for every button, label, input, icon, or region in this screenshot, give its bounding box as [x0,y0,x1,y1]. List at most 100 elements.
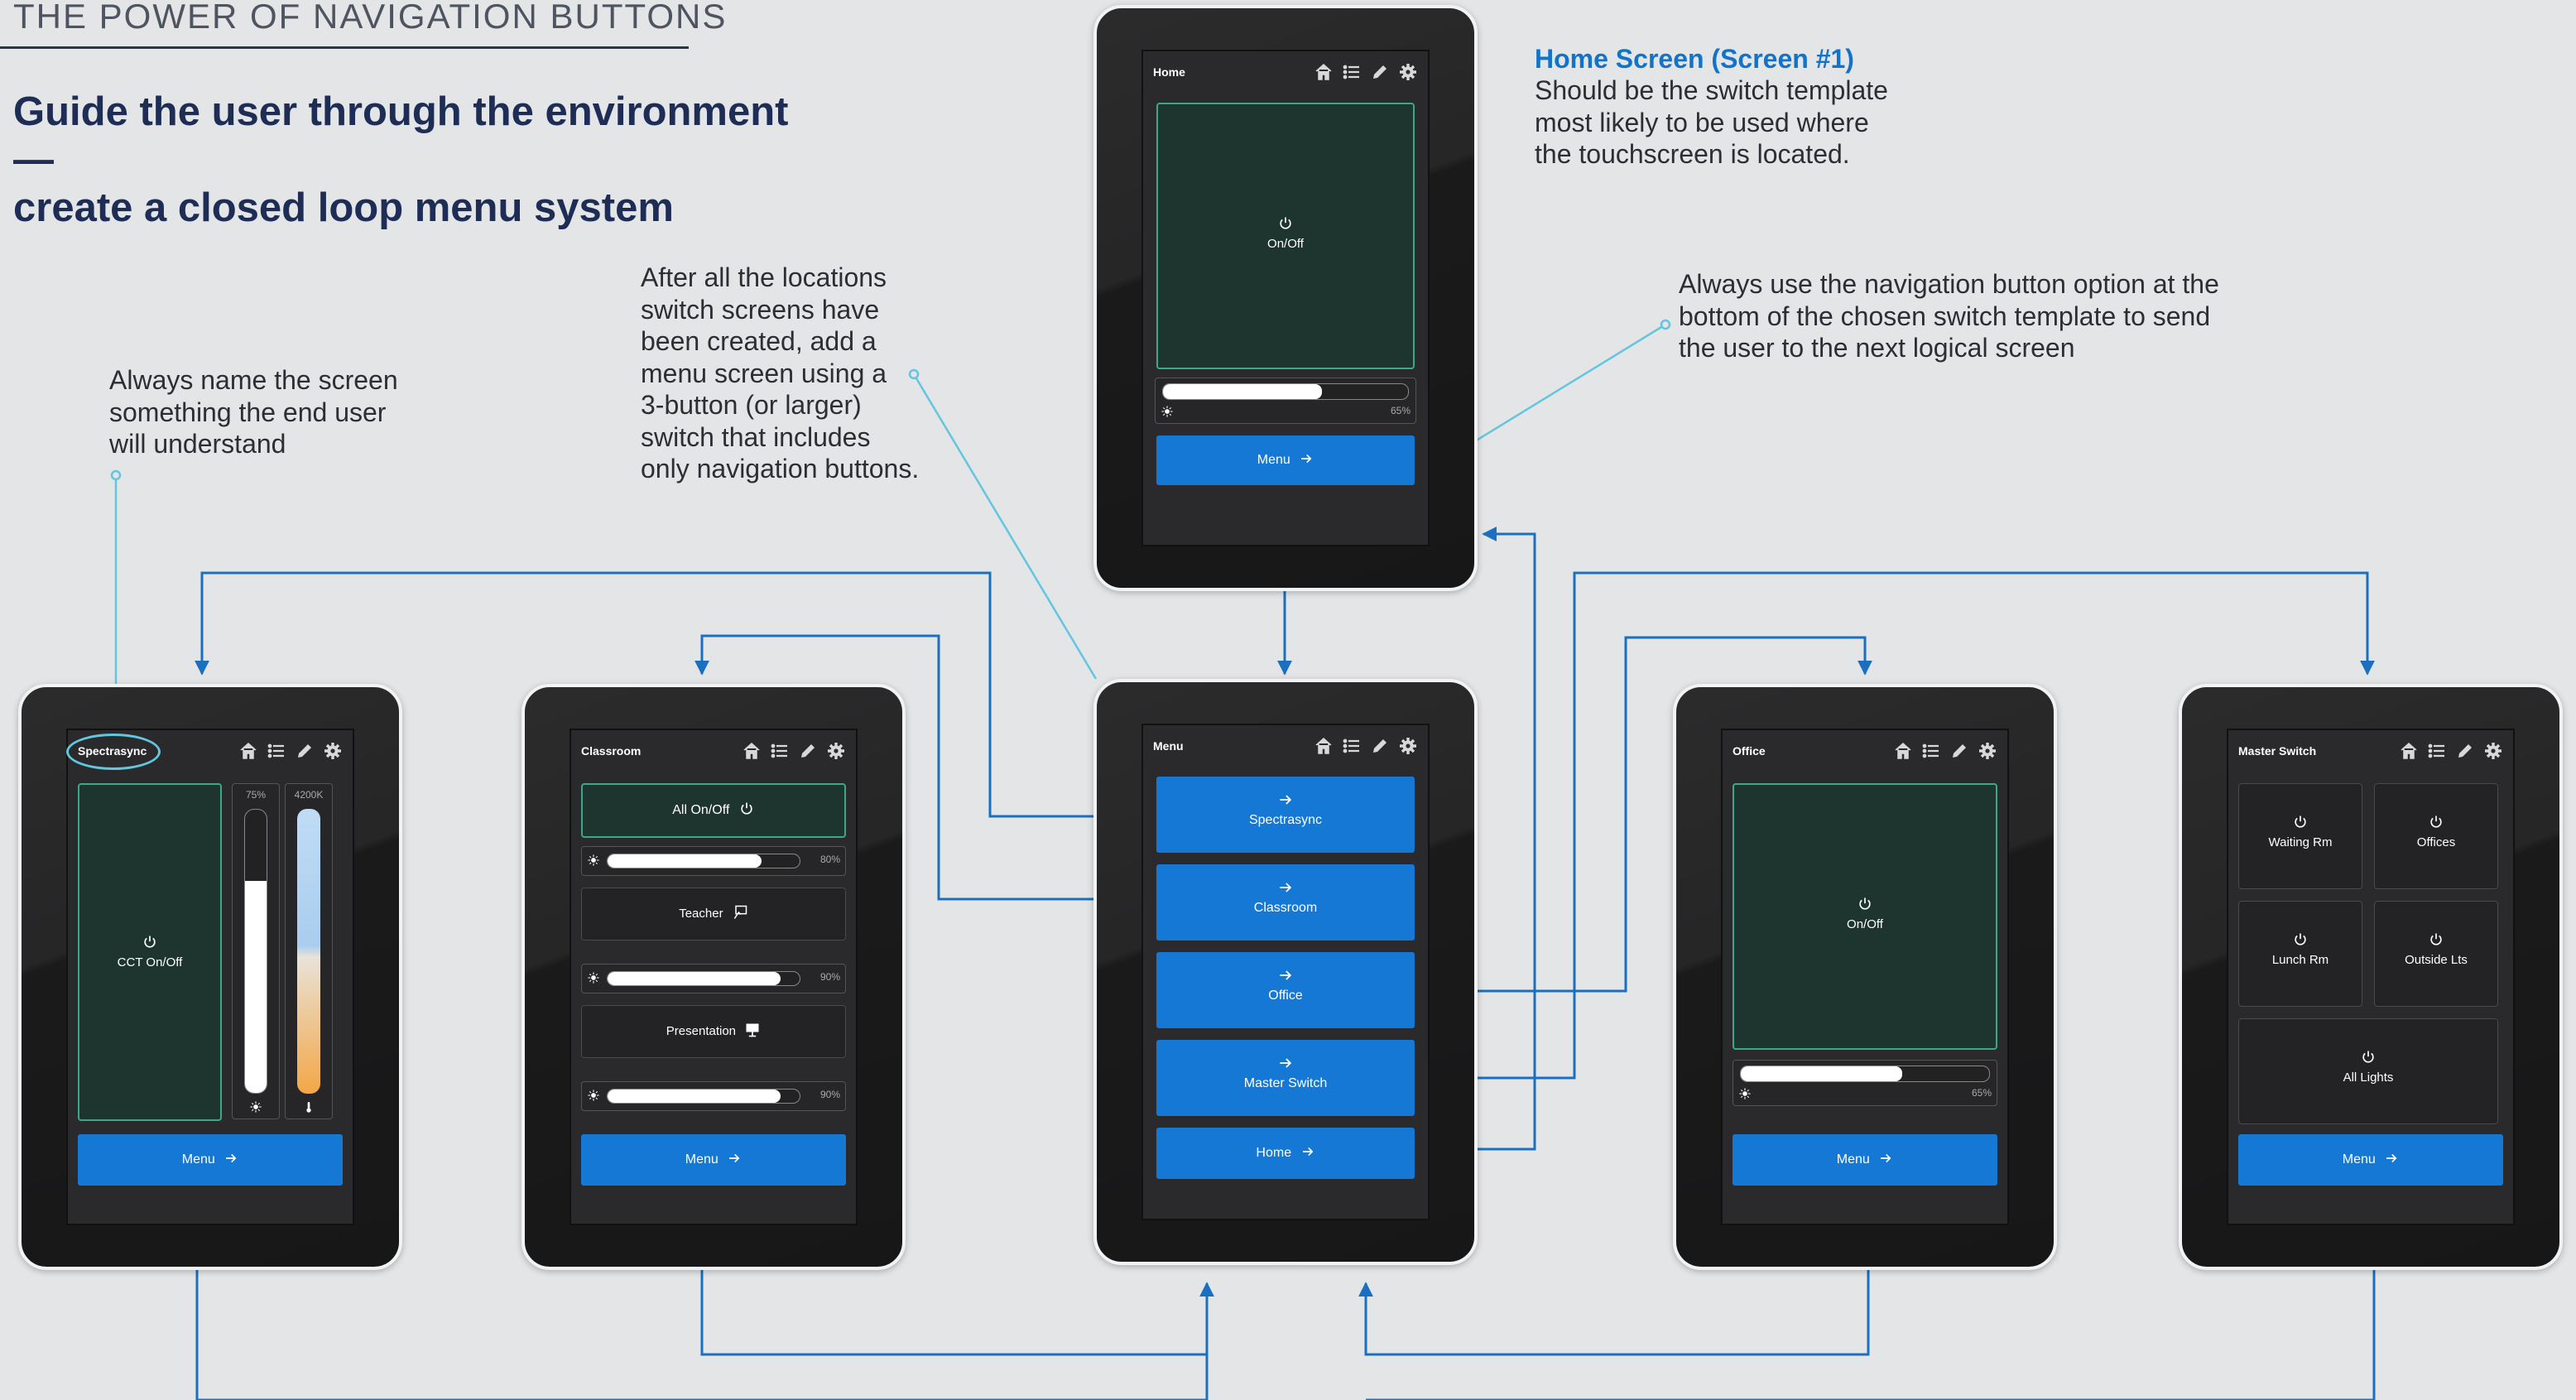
all-on-off-button[interactable]: All On/Off [581,783,846,838]
level-percent: 90% [819,1089,840,1100]
screen-header: Master Switch [2228,730,2513,772]
power-icon [2295,932,2306,945]
nav-button-classroom[interactable]: Classroom [1156,864,1415,941]
list-icon[interactable] [770,741,790,761]
screen-title: Menu [1153,739,1184,753]
menu-button[interactable]: Menu [1156,435,1415,485]
arrow-right-icon [728,1153,740,1163]
pencil-icon[interactable] [2455,741,2475,761]
note-home-title: Home Screen (Screen #1) [1535,44,1854,74]
screen-header: Home [1143,51,1428,93]
note-menu-line-1: After all the locations [641,262,887,292]
sun-icon [587,1089,600,1102]
presentation-button[interactable]: Presentation [581,1005,846,1058]
home-icon[interactable] [2399,741,2419,761]
menu-button[interactable]: Menu [78,1134,343,1186]
screen-spectrasync: Spectrasync CCT On/Off 75% 4200K Menu [66,729,354,1225]
pencil-icon[interactable] [1949,741,1969,761]
dimmer-slider[interactable]: 90% [581,964,846,993]
presentation-icon [746,1023,759,1037]
dimmer-slider[interactable]: 65% [1155,378,1416,424]
arrow-right-icon [1279,795,1291,805]
on-off-label: On/Off [1267,237,1304,251]
nav-button-spectrasync[interactable]: Spectrasync [1156,777,1415,853]
home-icon[interactable] [1314,736,1334,756]
screen-header: Menu [1143,725,1428,767]
nav-button-label: Master Switch [1243,1076,1328,1090]
list-icon[interactable] [2427,741,2447,761]
pencil-icon[interactable] [798,741,818,761]
cct-on-off-label: CCT On/Off [117,955,183,969]
gear-icon[interactable] [1978,741,1997,761]
note-nav-line-2: bottom of the chosen switch template to … [1679,301,2211,331]
menu-button-label: Menu [685,1152,718,1167]
touch-icon [733,905,747,919]
nav-button-label: Classroom [1253,901,1318,915]
tablet-classroom: Classroom All On/Off 80% Teacher 90% Pre… [521,684,906,1270]
cct-on-off-button[interactable]: CCT On/Off [78,783,222,1121]
sun-icon [1738,1087,1752,1100]
nav-button-label: Spectrasync [1248,813,1323,827]
pencil-icon[interactable] [1370,736,1390,756]
dimmer-slider[interactable]: 90% [581,1081,846,1111]
note-menu-screen: After all the locations switch screens h… [641,262,988,485]
waiting-rm-button[interactable]: Waiting Rm [2238,783,2362,889]
home-icon[interactable] [1314,62,1334,82]
offices-button[interactable]: Offices [2374,783,2498,889]
gear-icon[interactable] [2483,741,2503,761]
screen-header: Classroom [571,730,856,772]
list-icon[interactable] [1921,741,1941,761]
power-icon [2362,1050,2374,1063]
arrow-right-icon [1279,1058,1291,1068]
note-menu-line-6: switch that includes [641,421,871,452]
list-icon[interactable] [1342,736,1362,756]
level-percent: 80% [819,854,840,865]
menu-button[interactable]: Menu [1733,1134,1997,1186]
tablet-menu: Menu Spectrasync Classroom Office Master… [1093,679,1478,1265]
gear-icon[interactable] [323,741,343,761]
tablet-office: Office On/Off 65% Menu [1673,684,2057,1270]
gear-icon[interactable] [1398,736,1418,756]
power-icon [1859,897,1871,910]
on-off-button[interactable]: On/Off [1733,783,1997,1050]
lunch-rm-label: Lunch Rm [2271,953,2329,967]
color-temperature-slider[interactable]: 4200K [285,783,333,1119]
menu-button[interactable]: Menu [2238,1134,2503,1186]
pencil-icon[interactable] [295,741,315,761]
nav-button-office[interactable]: Office [1156,952,1415,1028]
nav-button-master-switch[interactable]: Master Switch [1156,1040,1415,1116]
arrow-right-icon [1279,970,1291,980]
gear-icon[interactable] [1398,62,1418,82]
sun-icon [1161,405,1174,418]
home-icon[interactable] [742,741,762,761]
arrow-right-icon [1880,1153,1891,1163]
outside-lts-label: Outside Lts [2405,953,2468,967]
sun-icon [587,854,600,867]
dimmer-slider[interactable]: 80% [581,846,846,876]
screen-title: Classroom [581,744,642,758]
note-home-line-1: Should be the switch template [1535,75,1888,105]
arrow-right-icon [225,1153,237,1163]
power-icon [2295,815,2306,828]
note-menu-line-4: menu screen using a [641,358,887,388]
pencil-icon[interactable] [1370,62,1390,82]
nav-button-home[interactable]: Home [1156,1128,1415,1179]
sun-icon [587,971,600,984]
list-icon[interactable] [267,741,286,761]
screen-title: Home [1153,65,1185,79]
dimmer-slider[interactable]: 65% [1733,1060,1997,1106]
list-icon[interactable] [1342,62,1362,82]
teacher-button[interactable]: Teacher [581,888,846,941]
all-lights-label: All Lights [2343,1070,2394,1085]
on-off-button[interactable]: On/Off [1156,103,1415,369]
home-icon[interactable] [1893,741,1913,761]
screen-header: Office [1723,730,2007,772]
lunch-rm-button[interactable]: Lunch Rm [2238,901,2362,1007]
gear-icon[interactable] [826,741,846,761]
intensity-slider[interactable]: 75% [232,783,280,1119]
outside-lts-button[interactable]: Outside Lts [2374,901,2498,1007]
all-lights-button[interactable]: All Lights [2238,1018,2498,1124]
screen-name-highlight [66,734,161,770]
menu-button[interactable]: Menu [581,1134,846,1186]
home-icon[interactable] [238,741,258,761]
